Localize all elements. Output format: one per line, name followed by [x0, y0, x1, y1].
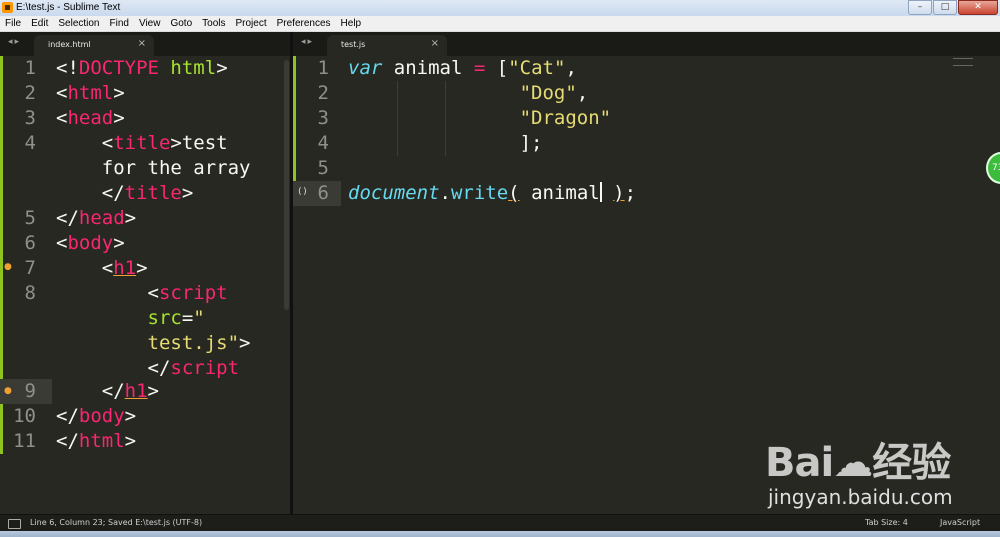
code-line: test.js">: [147, 332, 251, 354]
bookmark-icon: ●: [4, 262, 12, 272]
text-cursor: [599, 182, 602, 202]
line-number: 5: [24, 207, 36, 229]
tab-scroll-arrows-icon[interactable]: ◂▸: [301, 37, 314, 47]
menu-selection[interactable]: Selection: [53, 16, 104, 31]
code-line: </script: [147, 357, 240, 379]
watermark-url: jingyan.baidu.com: [768, 485, 953, 509]
code-line: </body>: [56, 405, 137, 427]
code-line: <head>: [56, 107, 125, 129]
tab-index-html[interactable]: index.html ×: [34, 35, 154, 56]
code-line: "Dog",: [519, 82, 589, 104]
window-title: E:\test.js - Sublime Text: [16, 2, 121, 13]
editor-pane-left[interactable]: 1 2 3 4 5 6 7 8 9 10 11 ● ● <!DOCTYPE ht…: [0, 56, 290, 514]
tab-scroll-arrows-icon[interactable]: ◂▸: [8, 37, 21, 47]
code-line: <html>: [56, 82, 125, 104]
tab-label: index.html: [48, 40, 91, 49]
line-number: 4: [24, 132, 36, 154]
title-bar: E:\test.js - Sublime Text – □ ✕: [0, 0, 1000, 17]
menu-bar: File Edit Selection Find View Goto Tools…: [0, 16, 1000, 32]
close-button[interactable]: ✕: [958, 0, 998, 15]
sublime-text-icon: [2, 2, 13, 13]
code-line: </head>: [56, 207, 137, 229]
line-number: 4: [317, 132, 329, 154]
bookmark-icon: ●: [4, 386, 12, 396]
menu-goto[interactable]: Goto: [165, 16, 197, 31]
menu-view[interactable]: View: [134, 16, 166, 31]
code-line: <h1>: [101, 257, 148, 279]
tab-test-js[interactable]: test.js ×: [327, 35, 447, 56]
status-syntax[interactable]: JavaScript: [940, 518, 980, 527]
baidu-watermark: Bai☁经验 jingyan.baidu.com: [765, 430, 965, 510]
maximize-button[interactable]: □: [933, 0, 957, 15]
line-number: 6: [24, 232, 36, 254]
tab-bar-left: ◂▸ index.html ×: [0, 32, 290, 56]
line-number: 6: [317, 182, 329, 204]
tab-label: test.js: [341, 40, 366, 49]
code-line: <body>: [56, 232, 125, 254]
minimize-button[interactable]: –: [908, 0, 932, 15]
tab-close-icon[interactable]: ×: [138, 38, 146, 49]
code-line: </title>: [101, 182, 194, 204]
code-line: </h1>: [101, 380, 159, 402]
menu-find[interactable]: Find: [105, 16, 134, 31]
menu-preferences[interactable]: Preferences: [272, 16, 336, 31]
menu-help[interactable]: Help: [336, 16, 367, 31]
menu-file[interactable]: File: [0, 16, 26, 31]
line-number: 3: [317, 107, 329, 129]
status-bar: Line 6, Column 23; Saved E:\test.js (UTF…: [0, 514, 1000, 532]
menu-tools[interactable]: Tools: [197, 16, 230, 31]
code-line: var animal = ["Cat",: [348, 57, 577, 79]
code-line: ];: [519, 132, 543, 154]
code-line: <title>test: [101, 132, 228, 154]
code-line: <!DOCTYPE html>: [56, 57, 228, 79]
line-number: 8: [24, 282, 36, 304]
code-line: </html>: [56, 430, 137, 452]
line-number: 1: [24, 57, 36, 79]
tab-close-icon[interactable]: ×: [431, 38, 439, 49]
line-number: 11: [13, 430, 36, 452]
status-position: Line 6, Column 23; Saved E:\test.js (UTF…: [30, 518, 203, 527]
line-number: 5: [317, 157, 329, 179]
tab-bar-right: ◂▸ test.js ×: [293, 32, 1000, 56]
code-line: "Dragon": [519, 107, 612, 129]
line-number: 2: [317, 82, 329, 104]
code-line: document.write( animal );: [348, 182, 637, 204]
menu-edit[interactable]: Edit: [26, 16, 53, 31]
panel-toggle-icon[interactable]: [8, 519, 21, 529]
line-number: 10: [13, 405, 36, 427]
line-number: 1: [317, 57, 329, 79]
line-number: 2: [24, 82, 36, 104]
taskbar-strip: [0, 531, 1000, 537]
status-tab-size[interactable]: Tab Size: 4: [865, 518, 908, 527]
vertical-scrollbar[interactable]: [284, 60, 289, 310]
code-line: src=": [147, 307, 205, 329]
line-number: 3: [24, 107, 36, 129]
code-line: <script: [147, 282, 228, 304]
code-line: for the array: [101, 157, 251, 179]
minimap-icon: [953, 58, 973, 66]
watermark-brand: Bai☁经验: [765, 440, 951, 486]
menu-project[interactable]: Project: [231, 16, 272, 31]
